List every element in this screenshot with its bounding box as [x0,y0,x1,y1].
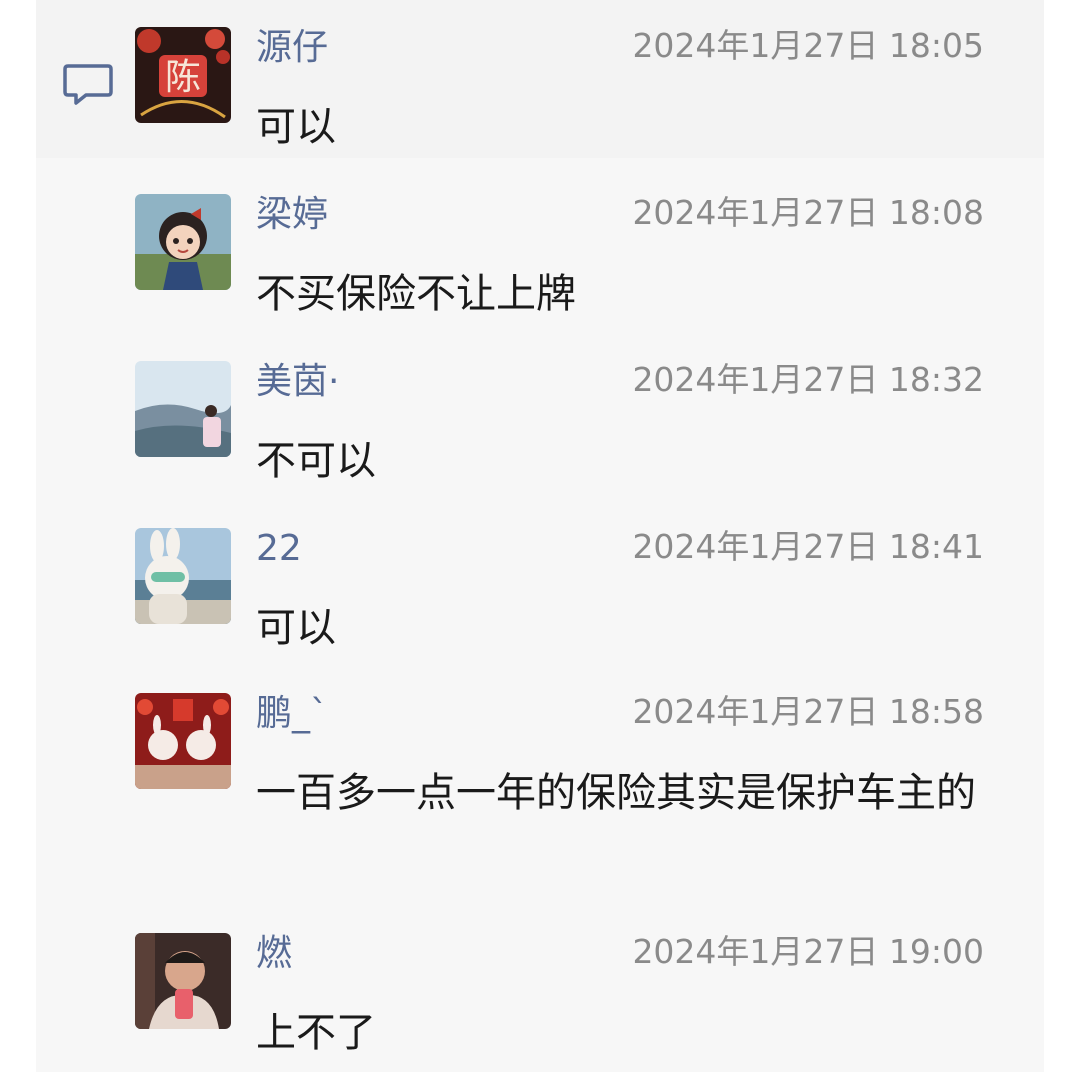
comment-item: 燃 2024年1月27日 19:00 上不了 [0,906,1080,1072]
commenter-name[interactable]: 美茵· [256,360,339,404]
landscape-girl-avatar[interactable] [135,361,231,457]
comment-text: 可以 [256,104,336,150]
comment-text: 上不了 [256,1010,376,1056]
comment-item: 鹏_` 2024年1月27日 18:58 一百多一点一年的保险其实是保护车主的 [0,666,1080,906]
bunny-beach-avatar[interactable] [135,528,231,624]
comment-timestamp: 2024年1月27日 18:32 [632,360,984,399]
comment-timestamp: 2024年1月27日 18:58 [632,692,984,731]
red-chen-character-avatar[interactable]: 陈 [135,27,231,123]
comment-text: 不可以 [256,438,376,484]
comment-timestamp: 2024年1月27日 18:08 [632,193,984,232]
comment-text: 不买保险不让上牌 [256,271,576,317]
comment-item: 梁婷 2024年1月27日 18:08 不买保险不让上牌 [0,167,1080,327]
commenter-name[interactable]: 梁婷 [256,193,328,237]
svg-text:陈: 陈 [165,57,201,98]
comment-text: 可以 [256,605,336,651]
comment-text: 一百多一点一年的保险其实是保护车主的 [256,770,976,816]
commenter-name[interactable]: 22 [256,527,302,571]
comment-item: 美茵· 2024年1月27日 18:32 不可以 [0,334,1080,494]
commenter-name[interactable]: 源仔 [256,26,328,70]
cartoon-girl-avatar[interactable] [135,194,231,290]
comment-timestamp: 2024年1月27日 19:00 [632,932,984,971]
commenter-name[interactable]: 鹏_` [256,692,328,736]
comment-item: 陈 源仔 2024年1月27日 18:05 可以 [0,0,1080,160]
comment-timestamp: 2024年1月27日 18:41 [632,527,984,566]
festive-bunnies-avatar[interactable] [135,693,231,789]
comment-item: 22 2024年1月27日 18:41 可以 [0,501,1080,661]
comment-timestamp: 2024年1月27日 18:05 [632,26,984,65]
man-selfie-avatar[interactable] [135,933,231,1029]
commenter-name[interactable]: 燃 [256,932,292,976]
